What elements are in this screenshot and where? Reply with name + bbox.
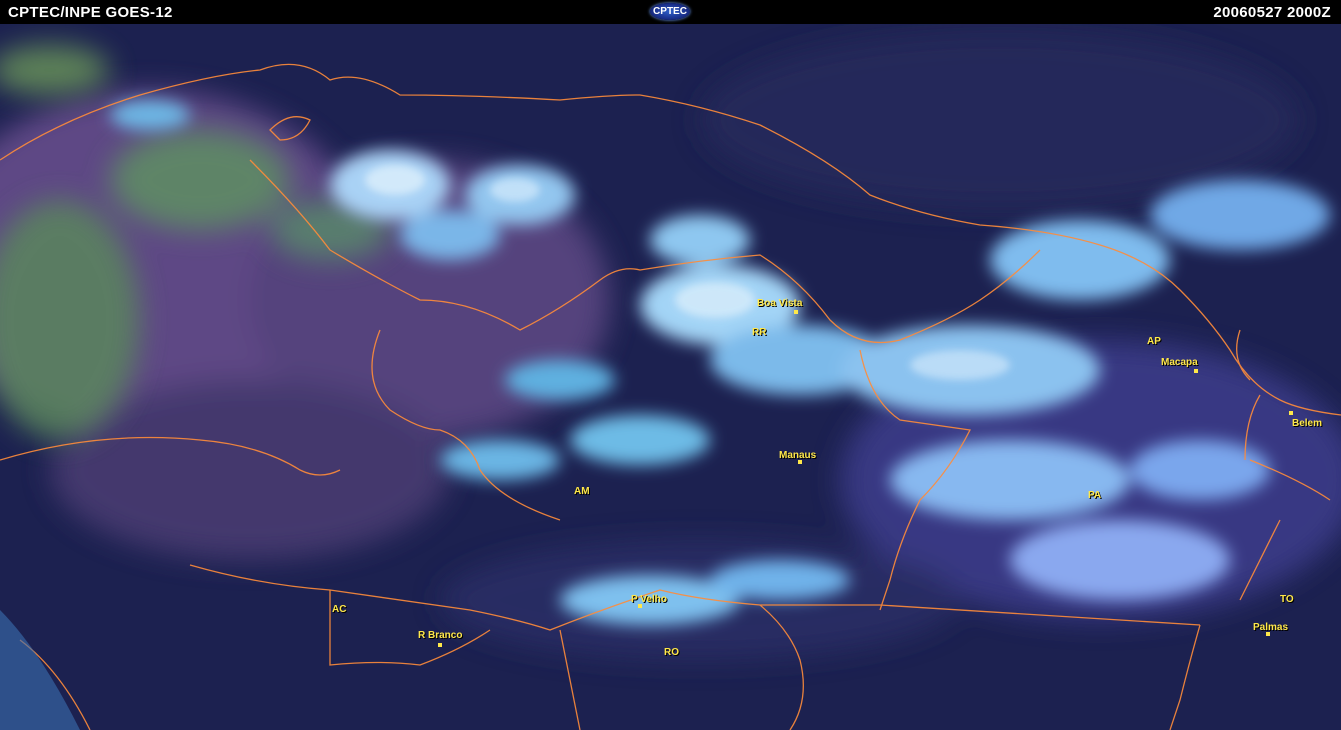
city-marker-boa-vista (794, 310, 798, 314)
state-label-rr: RR (752, 327, 767, 338)
state-label-ap: AP (1147, 336, 1161, 347)
city-label-belem: Belem (1292, 418, 1323, 429)
satellite-title: CPTEC/INPE GOES-12 (8, 4, 173, 21)
city-label-p-velho: P Velho (631, 594, 667, 605)
city-label-macapa: Macapa (1161, 357, 1198, 368)
city-marker-r-branco (438, 643, 442, 647)
city-label-manaus: Manaus (779, 450, 817, 461)
city-label-boa-vista: Boa Vista (757, 298, 803, 309)
city-label-palmas: Palmas (1253, 622, 1289, 633)
city-label-r-branco: R Branco (418, 630, 463, 641)
state-label-ro: RO (664, 647, 679, 658)
image-timestamp: 20060527 2000Z (1213, 4, 1331, 21)
state-label-to: TO (1280, 594, 1294, 605)
state-label-pa: PA (1088, 490, 1102, 501)
city-marker-belem (1289, 411, 1293, 415)
cptec-logo: CPTEC (650, 3, 690, 20)
city-marker-macapa (1194, 369, 1198, 373)
state-label-am: AM (574, 486, 590, 497)
satellite-image: Boa Vista Macapa Belem Manaus P Velho R … (0, 24, 1341, 730)
state-label-ac: AC (332, 604, 347, 615)
satellite-imagery-layer (0, 24, 1341, 730)
image-header-bar: CPTEC/INPE GOES-12 CPTEC 20060527 2000Z (0, 0, 1341, 24)
